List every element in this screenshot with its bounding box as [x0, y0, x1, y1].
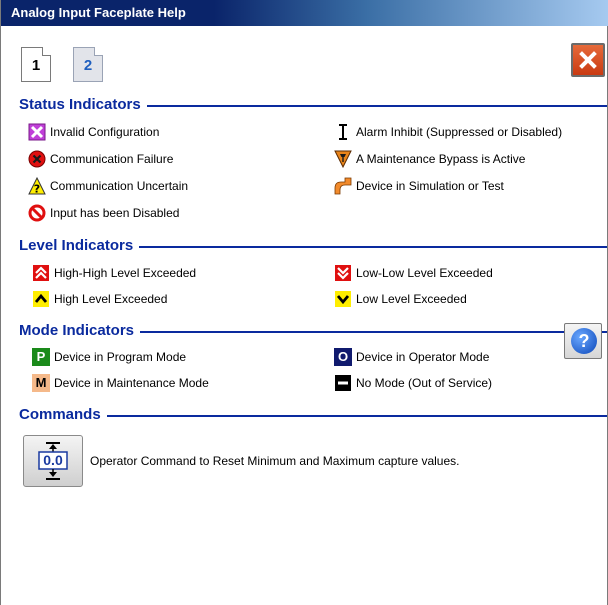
- section-title: Mode Indicators: [19, 322, 141, 339]
- section-title: Status Indicators: [19, 96, 147, 113]
- communication-uncertain-icon: ?: [28, 177, 46, 195]
- section-commands: Commands: [19, 406, 607, 424]
- section-divider: [19, 415, 607, 417]
- alarm-inhibit-icon: [339, 124, 347, 140]
- low-low-alarm-icon: [335, 265, 351, 281]
- section-level-indicators: Level Indicators: [19, 237, 607, 255]
- section-title: Level Indicators: [19, 237, 140, 254]
- legend-text: Device in Program Mode: [54, 350, 187, 364]
- legend-text: High Level Exceeded: [54, 292, 168, 306]
- tab-page-1[interactable]: 1: [21, 47, 51, 82]
- invalid-configuration-icon: [28, 123, 46, 141]
- high-high-alarm-icon: [33, 265, 49, 281]
- help-button[interactable]: ?: [564, 323, 602, 359]
- tab-fold-corner: [42, 47, 51, 56]
- legend-text: Invalid Configuration: [50, 125, 160, 139]
- no-mode-icon: [335, 375, 351, 391]
- section-title: Commands: [19, 406, 107, 423]
- title-bar[interactable]: Analog Input Faceplate Help: [1, 0, 608, 26]
- tab-page-2[interactable]: 2: [73, 47, 103, 82]
- legend-text: Communication Uncertain: [50, 179, 189, 193]
- low-alarm-icon: [335, 291, 351, 307]
- tab-page-2-label: 2: [83, 57, 93, 74]
- reset-min-max-button[interactable]: 0.0: [23, 435, 83, 487]
- program-mode-icon: P: [32, 348, 50, 366]
- legend-text: Input has been Disabled: [50, 206, 180, 220]
- legend-text: No Mode (Out of Service): [356, 376, 493, 390]
- operator-mode-icon: O: [334, 348, 352, 366]
- simulation-icon: [334, 177, 352, 195]
- legend-text: Device in Operator Mode: [356, 350, 490, 364]
- legend-text: High-High Level Exceeded: [54, 266, 197, 280]
- svg-text:?: ?: [34, 183, 40, 196]
- section-status-indicators: Status Indicators: [19, 96, 607, 114]
- help-icon: ?: [571, 328, 597, 354]
- reset-button-value: 0.0: [43, 452, 63, 468]
- tab-fold-corner: [94, 47, 103, 56]
- tab-page-1-label: 1: [31, 57, 41, 74]
- close-icon: [579, 51, 597, 69]
- reset-command-description: Operator Command to Reset Minimum and Ma…: [90, 454, 460, 468]
- maintenance-mode-icon: M: [32, 374, 50, 392]
- communication-failure-icon: [28, 150, 46, 168]
- legend-text: Communication Failure: [50, 152, 174, 166]
- close-button[interactable]: [571, 43, 605, 77]
- legend-text: Device in Simulation or Test: [356, 179, 504, 193]
- legend-text: Low-Low Level Exceeded: [356, 266, 493, 280]
- legend-text: A Maintenance Bypass is Active: [356, 152, 526, 166]
- legend-text: Alarm Inhibit (Suppressed or Disabled): [356, 125, 563, 139]
- help-window: Analog Input Faceplate Help 1 2 Status I…: [0, 0, 608, 605]
- legend-text: Low Level Exceeded: [356, 292, 467, 306]
- legend-text: Device in Maintenance Mode: [54, 376, 209, 390]
- window-title: Analog Input Faceplate Help: [11, 5, 186, 20]
- high-alarm-icon: [33, 291, 49, 307]
- section-mode-indicators: Mode Indicators: [19, 322, 607, 340]
- maintenance-bypass-icon: [334, 150, 352, 168]
- input-disabled-icon: [28, 204, 46, 222]
